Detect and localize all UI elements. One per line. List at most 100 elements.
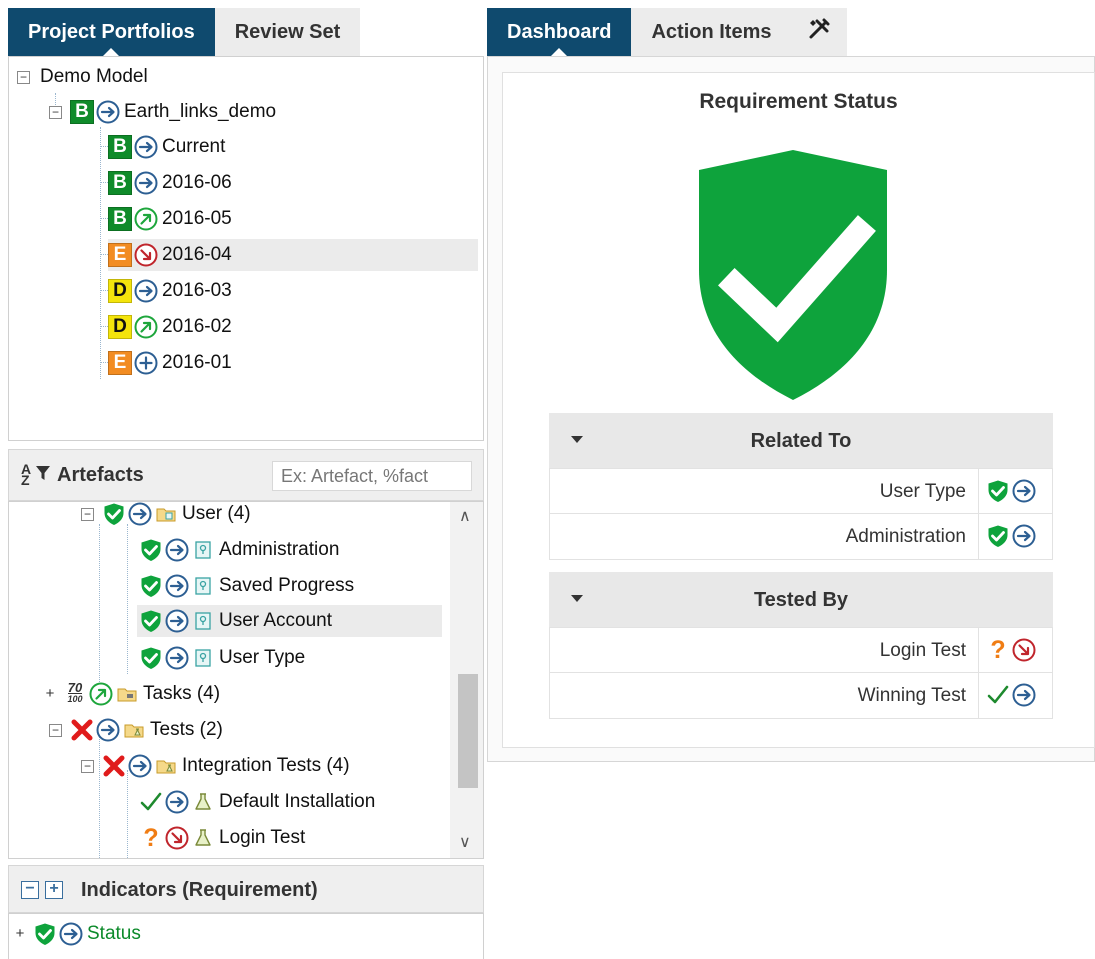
expand-toggle[interactable]: + [15, 926, 25, 941]
artefact-node[interactable]: + 70 100 Tasks (4) [45, 678, 220, 710]
score-denominator: 100 [67, 694, 83, 704]
artefact-filter-input[interactable] [272, 461, 472, 491]
artefact-label: Administration [219, 539, 340, 560]
trend-stable-icon [134, 135, 158, 159]
trend-down-icon[interactable] [1012, 638, 1036, 662]
collapse-toggle[interactable]: − [49, 105, 62, 119]
portfolio-tree-panel: − Demo Model − B Earth_links_demo B Curr… [8, 56, 484, 441]
test-flask-icon [191, 790, 215, 814]
trend-stable-icon [96, 100, 120, 124]
trend-up-icon [134, 315, 158, 339]
grade-badge: E [108, 243, 132, 267]
filter-icon[interactable] [35, 464, 51, 488]
collapse-toggle[interactable]: − [49, 723, 62, 737]
trend-stable-icon[interactable] [1012, 683, 1036, 707]
scroll-thumb[interactable] [458, 674, 478, 788]
tree-node-label: 2016-06 [162, 172, 232, 193]
tab-label: Review Set [234, 20, 341, 43]
tab-tools[interactable] [791, 8, 847, 56]
artefact-node[interactable]: − Tests (2) [49, 714, 223, 746]
tree-node-version-selected[interactable]: E 2016-04 [108, 239, 478, 271]
scroll-up-arrow[interactable]: ∧ [459, 506, 471, 526]
shield-check-icon [139, 538, 163, 562]
artefact-label: User Type [219, 647, 306, 668]
artefact-node[interactable]: ? Login Test [139, 822, 305, 854]
collapse-toggle[interactable]: − [81, 507, 94, 521]
tree-node-label: 2016-05 [162, 208, 232, 229]
grade-badge: B [70, 100, 94, 124]
green-check-icon [986, 683, 1010, 707]
trend-stable-icon [134, 279, 158, 303]
artefact-node[interactable]: Saved Progress [139, 570, 354, 602]
trend-down-icon [134, 243, 158, 267]
tree-node-version[interactable]: B 2016-05 [108, 203, 232, 235]
collapse-all-icon[interactable]: − [21, 881, 39, 899]
trend-stable-icon [96, 718, 120, 742]
grade-badge: E [108, 351, 132, 375]
related-to-header[interactable]: Related To [549, 413, 1053, 468]
green-check-icon [139, 790, 163, 814]
artefact-label: User (4) [182, 503, 251, 524]
artefact-node[interactable]: User Type [139, 642, 305, 674]
tab-dashboard[interactable]: Dashboard [487, 8, 632, 57]
trend-stable-icon[interactable] [1012, 524, 1036, 548]
section-title: Related To [750, 430, 852, 452]
tree-node-label: Earth_links_demo [124, 101, 277, 122]
related-name: User Type [879, 481, 966, 502]
collapse-toggle[interactable]: − [81, 759, 94, 773]
grade-badge: D [108, 279, 132, 303]
trend-stable-icon[interactable] [1012, 479, 1036, 503]
tree-node-version[interactable]: E 2016-01 [108, 347, 232, 379]
artefact-node[interactable]: − Integration Tests (4) [81, 750, 350, 782]
tree-node-label: Demo Model [40, 66, 148, 87]
indicators-title: Indicators (Requirement) [81, 879, 318, 901]
test-folder-icon [122, 718, 146, 742]
artefact-label: User Account [219, 610, 332, 631]
tree-node-version[interactable]: D 2016-02 [108, 311, 232, 343]
requirement-icon [191, 609, 215, 633]
tree-node-label: 2016-02 [162, 316, 232, 337]
related-row[interactable]: User Type [549, 468, 1053, 514]
artefact-node-selected[interactable]: User Account [137, 605, 442, 637]
test-folder-icon [154, 754, 178, 778]
tab-project-portfolios[interactable]: Project Portfolios [8, 8, 215, 57]
trend-stable-icon [128, 754, 152, 778]
trend-stable-icon [165, 790, 189, 814]
grade-badge: B [108, 171, 132, 195]
shield-check-icon [139, 646, 163, 670]
score-numerator: 70 [67, 680, 83, 695]
tab-action-items[interactable]: Action Items [631, 8, 792, 56]
tree-node-version[interactable]: D 2016-03 [108, 275, 232, 307]
trend-down-icon [165, 826, 189, 850]
artefact-label: Default Installation [219, 791, 376, 812]
artefact-label: Login Test [219, 827, 306, 848]
sort-filter-icon[interactable]: AZ [21, 462, 31, 487]
grade-badge: B [108, 135, 132, 159]
scroll-down-arrow[interactable]: ∨ [459, 832, 471, 852]
artefact-label: Tasks (4) [143, 683, 221, 704]
tested-by-header[interactable]: Tested By [549, 572, 1053, 627]
grade-badge: B [108, 207, 132, 231]
shield-check-icon [139, 609, 163, 633]
artefact-node[interactable]: Default Installation [139, 786, 375, 818]
artefact-node[interactable]: Administration [139, 534, 339, 566]
tested-name: Login Test [879, 640, 966, 661]
tree-node-version[interactable]: B Current [108, 131, 225, 163]
requirement-icon [191, 646, 215, 670]
tools-icon [807, 17, 831, 47]
tree-node-root[interactable]: − Demo Model [17, 61, 148, 93]
expand-toggle[interactable]: + [45, 686, 55, 701]
tested-row[interactable]: Winning Test [549, 673, 1053, 719]
expand-all-icon[interactable]: + [45, 881, 63, 899]
tested-row[interactable]: Login Test ? [549, 627, 1053, 673]
artefact-node[interactable]: − User (4) [81, 502, 251, 530]
shield-check-icon [986, 479, 1010, 503]
test-flask-icon [191, 826, 215, 850]
tree-node-project[interactable]: − B Earth_links_demo [49, 96, 276, 128]
related-row[interactable]: Administration [549, 514, 1053, 560]
artefact-scrollbar[interactable]: ∧ ∨ [450, 502, 483, 858]
tree-node-version[interactable]: B 2016-06 [108, 167, 232, 199]
collapse-toggle[interactable]: − [17, 70, 30, 84]
indicator-node[interactable]: + Status [15, 918, 141, 950]
tab-review-set[interactable]: Review Set [214, 8, 361, 56]
